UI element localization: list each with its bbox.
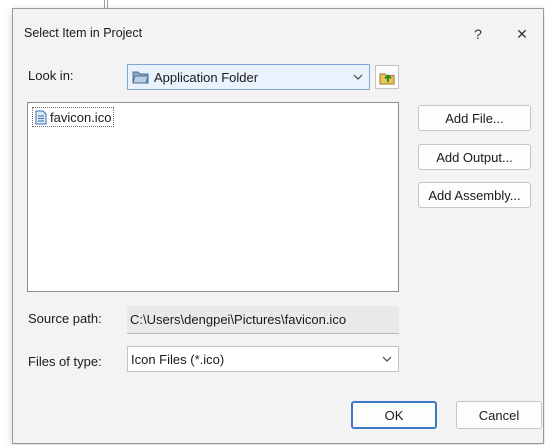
ok-button[interactable]: OK	[351, 401, 437, 429]
look-in-label: Look in:	[28, 68, 74, 83]
source-path-field: C:\Users\dengpei\Pictures\favicon.ico	[127, 306, 399, 334]
dialog-title: Select Item in Project	[24, 26, 143, 40]
folder-icon	[132, 69, 150, 85]
cancel-button[interactable]: Cancel	[456, 401, 542, 429]
chevron-down-icon	[347, 74, 369, 80]
file-name: favicon.ico	[50, 109, 112, 125]
look-in-value: Application Folder	[154, 69, 259, 85]
title-bar: Select Item in Project ? ✕	[13, 9, 543, 57]
source-path-label: Source path:	[28, 311, 102, 326]
close-button[interactable]: ✕	[511, 23, 533, 45]
add-output-button[interactable]: Add Output...	[418, 144, 531, 170]
file-type-dropdown[interactable]: Icon Files (*.ico)	[127, 346, 399, 372]
select-item-dialog: Select Item in Project ? ✕ Look in: Appl…	[12, 8, 544, 444]
help-button[interactable]: ?	[467, 23, 489, 45]
file-type-value: Icon Files (*.ico)	[131, 351, 225, 367]
add-assembly-button[interactable]: Add Assembly...	[418, 182, 531, 208]
help-icon: ?	[474, 26, 482, 42]
add-file-button[interactable]: Add File...	[418, 105, 531, 131]
close-icon: ✕	[516, 25, 528, 42]
look-in-dropdown[interactable]: Application Folder	[127, 64, 370, 90]
file-list[interactable]: favicon.ico	[27, 102, 399, 292]
folder-up-icon	[379, 70, 395, 85]
file-icon	[35, 110, 47, 125]
list-item[interactable]: favicon.ico	[32, 107, 115, 127]
source-path-value: C:\Users\dengpei\Pictures\favicon.ico	[130, 312, 347, 327]
chevron-down-icon	[376, 356, 398, 362]
file-type-label: Files of type:	[28, 354, 102, 369]
up-one-level-button[interactable]	[375, 65, 399, 89]
